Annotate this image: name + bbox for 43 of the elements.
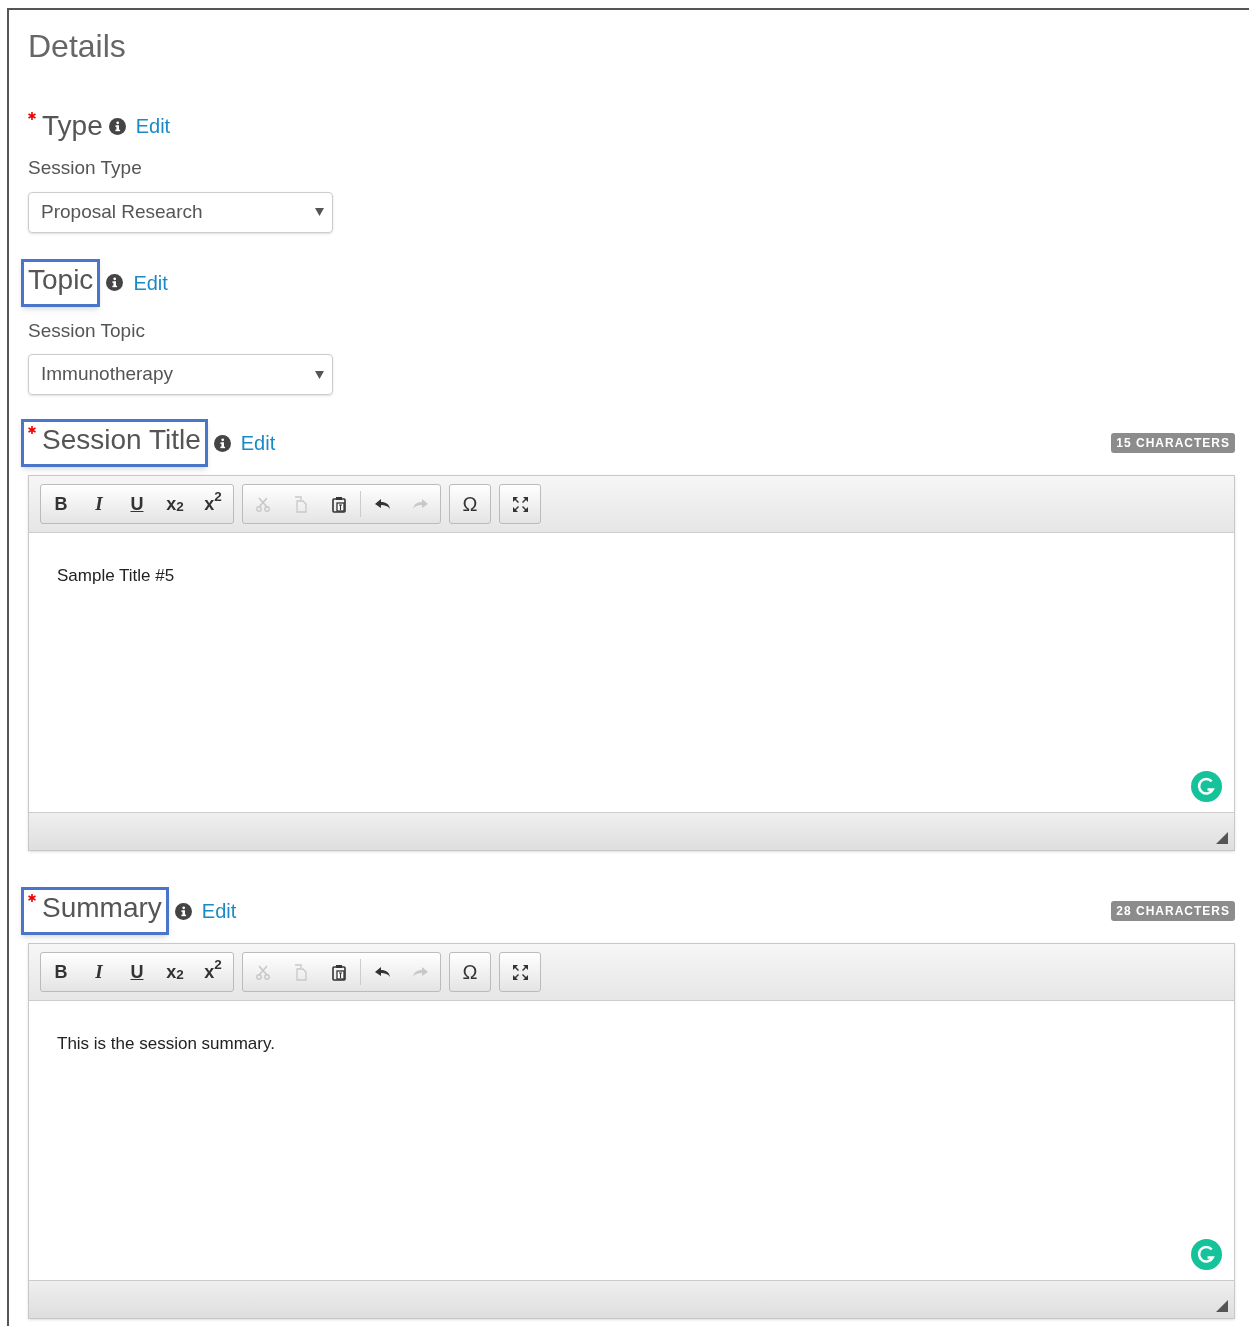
section-heading: Type [42,109,103,143]
format-button[interactable]: I [80,486,118,522]
format-button[interactable]: I [80,954,118,990]
format-button[interactable]: B [42,486,80,522]
info-icon [106,274,124,291]
section-heading: Topic [28,262,94,297]
maximize-icon [510,494,530,514]
format-button[interactable]: x$_{2}$ [156,954,194,990]
edit-link[interactable]: Edit [133,267,168,298]
info-icon [213,434,231,452]
format-button[interactable]: Ω [451,954,489,990]
format-button[interactable]: Ω [451,486,489,522]
character-count-badge: 28 CHARACTERS [1111,901,1235,921]
format-button[interactable]: B [42,954,80,990]
format-button[interactable]: x$_{2}$ [156,486,194,522]
editor-text[interactable]: Sample Title #5 [57,563,1206,589]
character-count-badge: 15 CHARACTERS [1111,433,1235,453]
format-button[interactable]: x$^{2}$ [194,486,232,522]
clipboard-icon [329,494,349,514]
caret-icon [315,370,324,379]
format-button[interactable]: U [118,486,156,522]
section-heading: Summary [42,891,162,925]
info-icon [108,117,126,135]
maximize-icon [510,962,530,982]
edit-link[interactable]: Edit [201,896,237,926]
page-title: Details [28,27,127,66]
edit-link[interactable]: Edit [240,428,276,458]
format-button[interactable]: x$^{2}$ [194,954,232,990]
dropdown[interactable]: Immunotherapy [28,354,333,395]
format-button[interactable]: U [118,954,156,990]
field-label: Session Type [28,156,143,180]
info-icon [174,902,192,920]
grammar-check-icon[interactable] [1191,771,1222,802]
caret-icon [315,208,324,216]
dropdown[interactable]: Proposal Research [28,191,333,233]
edit-link[interactable]: Edit [135,111,171,141]
section-heading: Session Title [42,423,201,457]
clipboard-icon [329,962,349,982]
field-label: Session Topic [28,318,146,343]
resize-handle-icon[interactable] [1216,832,1228,844]
resize-handle-icon[interactable] [1216,1300,1228,1312]
grammar-check-icon[interactable] [1191,1239,1222,1270]
editor-text[interactable]: This is the session summary. [57,1031,1206,1057]
